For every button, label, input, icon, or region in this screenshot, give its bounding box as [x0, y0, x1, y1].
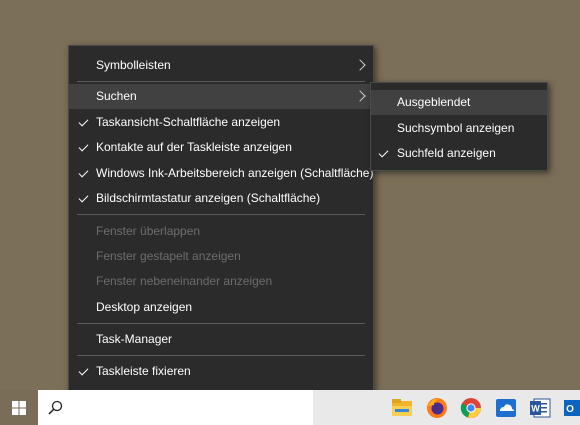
- file-explorer-icon[interactable]: [390, 396, 414, 420]
- menu-item-windows-ink[interactable]: Windows Ink-Arbeitsbereich anzeigen (Sch…: [69, 161, 373, 186]
- onedrive-icon[interactable]: [494, 396, 518, 420]
- menu-separator: [77, 323, 365, 324]
- menu-item-side-by-side: Fenster nebeneinander anzeigen: [69, 269, 373, 294]
- search-submenu: Ausgeblendet Suchsymbol anzeigen Suchfel…: [370, 82, 548, 171]
- menu-separator: [77, 355, 365, 356]
- menu-separator: [77, 81, 365, 82]
- submenu-item-hidden[interactable]: Ausgeblendet: [371, 90, 547, 115]
- menu-item-contacts[interactable]: Kontakte auf der Taskleiste anzeigen: [69, 135, 373, 160]
- submenu-item-label: Suchsymbol anzeigen: [397, 121, 515, 135]
- menu-item-stack-windows: Fenster gestapelt anzeigen: [69, 244, 373, 269]
- menu-item-label: Symbolleisten: [96, 58, 171, 72]
- menu-item-touch-keyboard[interactable]: Bildschirmtastatur anzeigen (Schaltfläch…: [69, 186, 373, 211]
- checkmark-icon: [379, 141, 391, 166]
- menu-item-label: Taskansicht-Schaltfläche anzeigen: [96, 115, 281, 129]
- outlook-icon[interactable]: O: [562, 396, 580, 420]
- menu-item-task-manager[interactable]: Task-Manager: [69, 327, 373, 352]
- menu-item-lock-taskbar[interactable]: Taskleiste fixieren: [69, 359, 373, 384]
- menu-item-label: Fenster gestapelt anzeigen: [96, 249, 241, 263]
- checkmark-icon: [79, 186, 91, 211]
- submenu-item-label: Ausgeblendet: [397, 95, 471, 109]
- checkmark-icon: [79, 110, 91, 135]
- menu-item-label: Bildschirmtastatur anzeigen (Schaltfläch…: [96, 191, 321, 205]
- menu-item-search[interactable]: Suchen: [69, 84, 373, 109]
- menu-item-label: Windows Ink-Arbeitsbereich anzeigen (Sch…: [96, 166, 374, 180]
- menu-item-label: Task-Manager: [96, 332, 173, 346]
- menu-item-cascade-windows: Fenster überlappen: [69, 219, 373, 244]
- chevron-right-icon: [356, 84, 366, 109]
- menu-item-toolbars[interactable]: Symbolleisten: [69, 53, 373, 78]
- checkmark-icon: [79, 359, 91, 384]
- search-icon: [48, 400, 63, 415]
- submenu-item-search-icon[interactable]: Suchsymbol anzeigen: [371, 116, 547, 141]
- word-icon[interactable]: W: [528, 396, 552, 420]
- menu-item-label: Desktop anzeigen: [96, 300, 193, 314]
- checkmark-icon: [79, 135, 91, 160]
- submenu-item-search-box[interactable]: Suchfeld anzeigen: [371, 141, 547, 166]
- start-button[interactable]: [0, 390, 38, 425]
- svg-text:W: W: [531, 404, 540, 414]
- submenu-item-label: Suchfeld anzeigen: [397, 146, 496, 160]
- menu-item-task-view-button[interactable]: Taskansicht-Schaltfläche anzeigen: [69, 110, 373, 135]
- chrome-icon[interactable]: [459, 396, 483, 420]
- taskbar: W O: [0, 390, 580, 425]
- taskbar-context-menu: Symbolleisten Suchen Taskansicht-Schaltf…: [68, 45, 374, 404]
- menu-item-label: Fenster nebeneinander anzeigen: [96, 274, 273, 288]
- svg-text:O: O: [566, 404, 574, 415]
- menu-item-show-desktop[interactable]: Desktop anzeigen: [69, 295, 373, 320]
- menu-item-label: Kontakte auf der Taskleiste anzeigen: [96, 140, 292, 154]
- menu-item-label: Suchen: [96, 89, 137, 103]
- search-button[interactable]: [38, 390, 73, 425]
- search-box[interactable]: [73, 390, 313, 425]
- menu-separator: [77, 214, 365, 215]
- checkmark-icon: [79, 161, 91, 186]
- windows-logo-icon: [12, 401, 26, 415]
- chevron-right-icon: [356, 53, 366, 78]
- menu-item-label: Taskleiste fixieren: [96, 364, 191, 378]
- menu-item-label: Fenster überlappen: [96, 224, 201, 238]
- firefox-icon[interactable]: [425, 396, 449, 420]
